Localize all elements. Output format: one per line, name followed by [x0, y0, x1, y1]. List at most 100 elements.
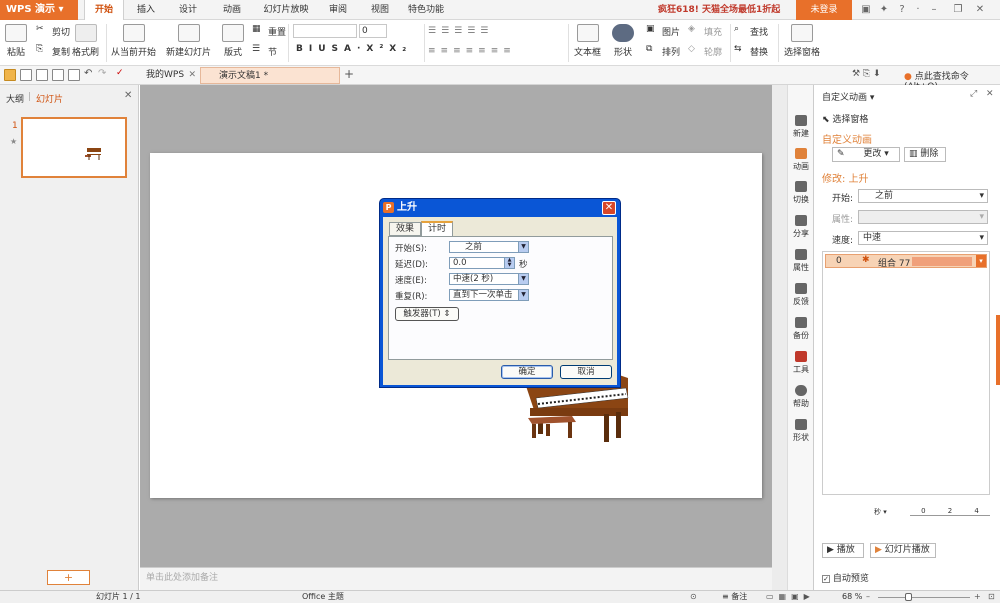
strip-transition[interactable]: 切换: [788, 181, 814, 205]
strip-help[interactable]: 帮助: [788, 385, 814, 409]
help-icon[interactable]: ?: [894, 2, 910, 18]
close-pane-icon[interactable]: ✕: [986, 89, 994, 99]
image-button[interactable]: ▣ 图片: [646, 24, 680, 38]
paragraph-buttons-bottom[interactable]: ≡≡≡≡≡≡≡: [428, 46, 516, 56]
protect-icon[interactable]: ⊙: [690, 591, 697, 603]
promo-banner[interactable]: 疯狂618! 天猫全场最低1折起: [658, 0, 780, 20]
strip-properties[interactable]: 属性: [788, 249, 814, 273]
autopreview-option[interactable]: ✓ 自动预览: [822, 571, 869, 584]
tab-outline[interactable]: 大纲: [6, 92, 24, 105]
zoom-out-icon[interactable]: –: [866, 591, 870, 603]
checkbox-checked-icon[interactable]: ✓: [822, 574, 830, 583]
tab-insert[interactable]: 插入: [128, 0, 164, 20]
app-menu-button[interactable]: WPS 演示 ▾: [0, 0, 78, 20]
strip-animation[interactable]: 动画: [788, 148, 814, 172]
slideshow-button[interactable]: ▶ 幻灯片播放: [870, 543, 936, 558]
tab-effect[interactable]: 效果: [389, 222, 421, 236]
slide-thumbnail-1[interactable]: [21, 117, 127, 178]
property-select[interactable]: ▾: [858, 210, 988, 224]
speed-select[interactable]: 中速(2 秒) ▼: [449, 273, 529, 285]
pane-collapse-handle[interactable]: [996, 315, 1000, 385]
strip-new[interactable]: 新建: [788, 115, 814, 139]
tab-presentation1[interactable]: 演示文稿1 *: [200, 67, 340, 84]
dialog-close-button[interactable]: ✕: [602, 201, 616, 215]
format-painter-button[interactable]: 格式刷: [72, 24, 99, 58]
view-buttons[interactable]: ▭▦▣▶: [766, 591, 815, 603]
login-button[interactable]: 未登录: [796, 0, 852, 20]
tab-animation[interactable]: 动画: [214, 0, 250, 20]
change-effect-button[interactable]: ✎ 更改 ▾: [832, 147, 900, 162]
animation-list-item[interactable]: 0 ✱ 组合 77 ▾: [825, 254, 987, 269]
pin-icon[interactable]: ⤢: [970, 89, 977, 99]
outline-button[interactable]: ◇ 轮廓: [688, 44, 722, 58]
strip-tools[interactable]: 工具: [788, 351, 814, 375]
print-preview-icon[interactable]: [52, 69, 64, 81]
restore-icon[interactable]: ❐: [950, 2, 966, 18]
cancel-button[interactable]: 取消: [560, 365, 612, 379]
pane-title[interactable]: 自定义动画 ▾: [822, 90, 874, 103]
cut-button[interactable]: ✂ 剪切: [36, 24, 70, 38]
shape-button[interactable]: 形状: [612, 24, 634, 58]
zoom-slider[interactable]: [878, 597, 970, 598]
trigger-button[interactable]: 触发器(T) ⇕: [395, 307, 459, 321]
delay-input[interactable]: 0.0 ▲ ▼: [449, 257, 515, 269]
dialog-titlebar[interactable]: P 上升: [380, 199, 620, 217]
skin-icon[interactable]: ▣: [858, 2, 874, 18]
tab-my-wps[interactable]: 我的WPS ✕: [128, 67, 200, 84]
spinner-icon[interactable]: ▲ ▼: [504, 258, 514, 268]
arrange-button[interactable]: ⧉ 排列: [646, 44, 680, 58]
select-pane-link[interactable]: ⬉ 选择窗格: [822, 112, 868, 125]
tab-review[interactable]: 审阅: [320, 0, 356, 20]
strip-feedback[interactable]: 反馈: [788, 283, 814, 307]
close-window-icon[interactable]: ✕: [972, 2, 988, 18]
open-folder-icon[interactable]: [4, 69, 16, 81]
tab-home[interactable]: 开始: [84, 0, 124, 21]
strip-shape[interactable]: 形状: [788, 419, 814, 443]
fill-button[interactable]: ◈ 填充: [688, 24, 722, 38]
strip-share[interactable]: 分享: [788, 215, 814, 239]
save-icon[interactable]: [20, 69, 32, 81]
play-button[interactable]: ▶ 播放: [822, 543, 864, 558]
more-icon[interactable]: ·: [910, 2, 926, 18]
section-button[interactable]: ☰ 节: [252, 44, 277, 58]
reset-button[interactable]: ▦ 重置: [252, 24, 286, 38]
speed-select[interactable]: 中速 ▾: [858, 231, 988, 245]
export-pdf-icon[interactable]: [68, 69, 80, 81]
close-tab-icon[interactable]: ✕: [188, 67, 196, 84]
zoom-in-icon[interactable]: +: [974, 591, 981, 603]
font-name-select[interactable]: [293, 24, 357, 38]
copy-button[interactable]: ⎘ 复制: [36, 44, 70, 58]
tab-timing[interactable]: 计时: [421, 221, 453, 237]
undo-icon[interactable]: ↶: [84, 68, 92, 79]
selection-pane-button[interactable]: 选择窗格: [784, 24, 820, 58]
tab-design[interactable]: 设计: [170, 0, 206, 20]
notes-toggle[interactable]: ≡ 备注: [722, 591, 747, 603]
zoom-slider-thumb[interactable]: [905, 593, 912, 601]
new-tab-icon[interactable]: +: [344, 67, 354, 81]
paste-button[interactable]: 粘贴: [5, 24, 27, 58]
tab-slides[interactable]: 幻灯片: [36, 92, 63, 105]
replace-button[interactable]: ⇆ 替换: [734, 44, 768, 58]
layout-button[interactable]: 版式: [222, 24, 244, 58]
tab-view[interactable]: 视图: [362, 0, 398, 20]
fit-window-icon[interactable]: ⊡: [988, 591, 995, 603]
strip-backup[interactable]: 备份: [788, 317, 814, 341]
from-current-button[interactable]: 从当前开始: [111, 24, 156, 58]
notes-area[interactable]: 单击此处添加备注: [140, 567, 772, 590]
new-slide-button[interactable]: 新建幻灯片: [166, 24, 211, 58]
add-slide-button[interactable]: +: [47, 570, 90, 585]
repeat-select[interactable]: 直到下一次单击 ▼: [449, 289, 529, 301]
gift-icon[interactable]: ✦: [876, 2, 892, 18]
delete-effect-button[interactable]: ▥ 删除: [904, 147, 946, 162]
print-icon[interactable]: [36, 69, 48, 81]
font-size-select[interactable]: 0: [359, 24, 387, 38]
vertical-scrollbar[interactable]: [772, 85, 787, 590]
textbox-button[interactable]: 文本框: [574, 24, 601, 58]
ok-button[interactable]: 确定: [501, 365, 553, 379]
item-dropdown-icon[interactable]: ▾: [976, 255, 986, 267]
tab-slideshow[interactable]: 幻灯片放映: [258, 0, 314, 20]
tab-special[interactable]: 特色功能: [404, 0, 448, 20]
tool-icons[interactable]: ⚒ ⎘ ⬇: [852, 69, 881, 79]
font-style-buttons[interactable]: BIUSA·X²X₂: [296, 44, 412, 54]
close-panel-icon[interactable]: ✕: [124, 90, 132, 101]
